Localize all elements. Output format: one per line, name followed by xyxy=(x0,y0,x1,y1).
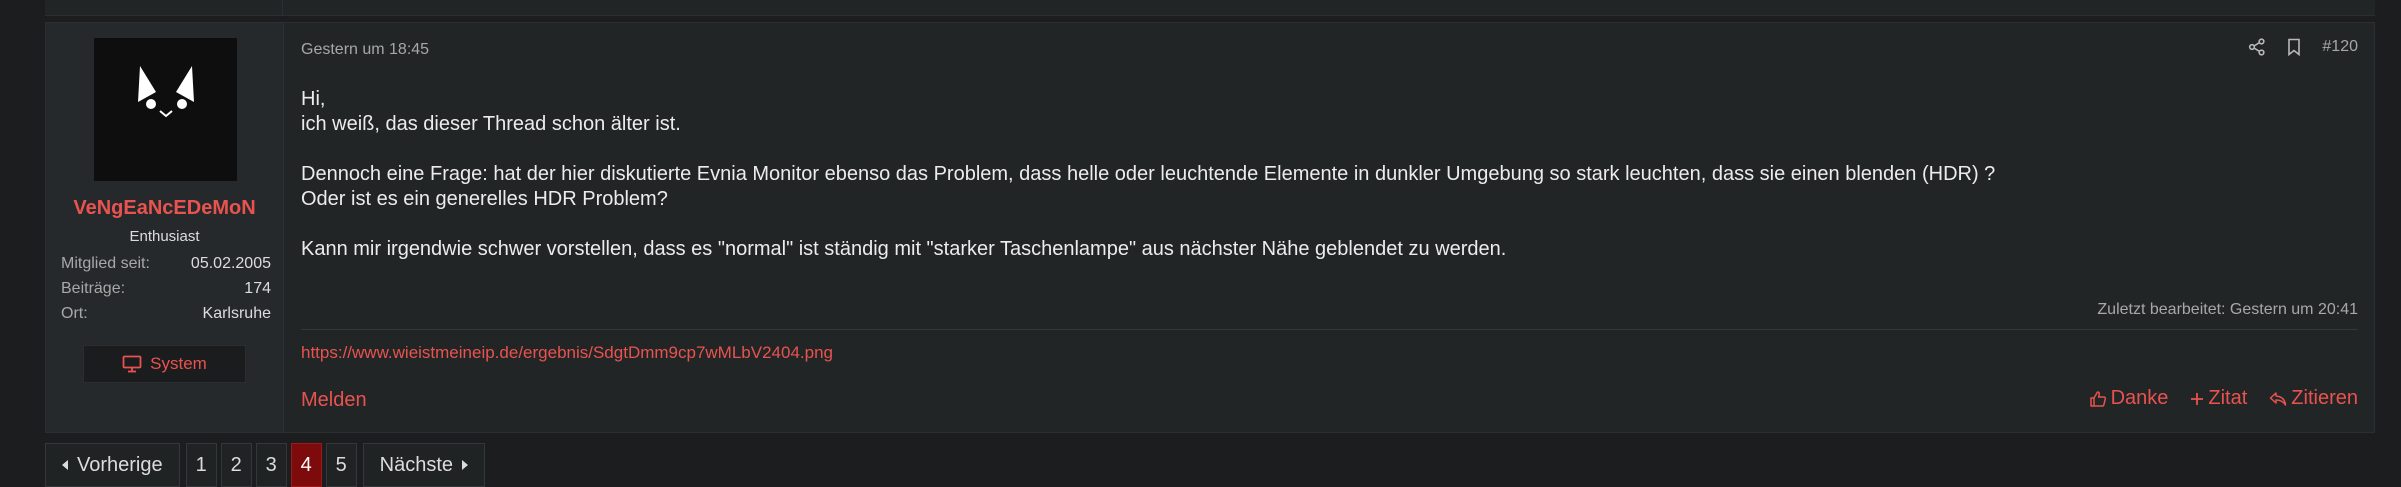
prev-page-label: Vorherige xyxy=(77,453,163,476)
signature-link[interactable]: https://www.wieistmeineip.de/ergebnis/Sd… xyxy=(301,343,833,363)
caret-right-icon xyxy=(461,460,468,470)
next-page-label: Nächste xyxy=(379,453,453,476)
plus-icon xyxy=(2191,392,2204,405)
stat-posts: Beiträge: 174 xyxy=(61,280,271,302)
multi-quote-button[interactable]: Zitat xyxy=(2190,387,2247,410)
stat-label: Mitglied seit: xyxy=(61,255,150,272)
stat-location: Ort: Karlsruhe xyxy=(61,305,271,327)
previous-post-divider xyxy=(282,0,283,15)
stat-label: Beiträge: xyxy=(61,280,126,297)
signature-divider xyxy=(301,329,2358,330)
body-line: Hi, xyxy=(301,88,326,110)
post-date[interactable]: Gestern um 18:45 xyxy=(301,41,429,59)
cat-face-icon xyxy=(138,66,194,118)
reply-quote-label: Zitieren xyxy=(2291,387,2358,409)
body-line: Oder ist es ein generelles HDR Problem? xyxy=(301,188,668,210)
caret-left-icon xyxy=(62,460,69,470)
user-title: Enthusiast xyxy=(129,228,200,245)
thumbs-up-icon xyxy=(2089,390,2106,407)
page-5-button[interactable]: 5 xyxy=(325,443,357,487)
page-3-button[interactable]: 3 xyxy=(255,443,287,487)
body-line: Dennoch eine Frage: hat der hier diskuti… xyxy=(301,163,1996,185)
post-number[interactable]: #120 xyxy=(2322,38,2358,56)
bookmark-icon[interactable] xyxy=(2286,38,2302,56)
stat-value: Karlsruhe xyxy=(202,305,271,322)
prev-page-button[interactable]: Vorherige xyxy=(45,443,180,487)
post-body: Hi, ich weiß, das dieser Thread schon äl… xyxy=(301,87,2201,262)
reply-quote-button[interactable]: Zitieren xyxy=(2269,387,2358,410)
stat-label: Ort: xyxy=(61,305,88,322)
monitor-icon xyxy=(122,355,142,373)
post-action-bar: Danke Zitat Zitieren xyxy=(2089,387,2358,410)
page-1-button[interactable]: 1 xyxy=(185,443,217,487)
pagination: Vorherige 1 2 3 4 5 Nächste xyxy=(45,443,485,487)
thanks-button[interactable]: Danke xyxy=(2089,387,2169,410)
post-header-actions: #120 xyxy=(2248,38,2358,56)
thanks-label: Danke xyxy=(2110,387,2169,409)
page-4-button-current[interactable]: 4 xyxy=(290,443,322,487)
share-icon[interactable] xyxy=(2248,38,2266,56)
system-button[interactable]: System xyxy=(83,345,246,383)
next-page-button[interactable]: Nächste xyxy=(362,443,485,487)
page-numbers: 1 2 3 4 5 xyxy=(185,443,357,487)
stat-member-since: Mitglied seit: 05.02.2005 xyxy=(61,255,271,277)
stat-value: 174 xyxy=(244,280,271,297)
last-edited-note: Zuletzt bearbeitet: Gestern um 20:41 xyxy=(2097,301,2358,318)
body-line: ich weiß, das dieser Thread schon älter … xyxy=(301,113,681,135)
report-link[interactable]: Melden xyxy=(301,389,367,412)
user-info-column: VeNgEaNcEDeMoN Enthusiast Mitglied seit:… xyxy=(46,23,284,432)
forum-post: VeNgEaNcEDeMoN Enthusiast Mitglied seit:… xyxy=(45,22,2375,433)
system-label: System xyxy=(150,354,207,373)
previous-post-bottom xyxy=(45,0,2375,16)
body-line: Kann mir irgendwie schwer vorstellen, da… xyxy=(301,238,1507,260)
multi-quote-label: Zitat xyxy=(2208,387,2248,409)
avatar[interactable] xyxy=(94,38,237,181)
post-main: Gestern um 18:45 #120 Hi, ich weiß, das … xyxy=(284,23,2374,432)
reply-icon xyxy=(2270,391,2287,406)
page-2-button[interactable]: 2 xyxy=(220,443,252,487)
username[interactable]: VeNgEaNcEDeMoN xyxy=(46,197,283,220)
stat-value: 05.02.2005 xyxy=(190,255,271,272)
